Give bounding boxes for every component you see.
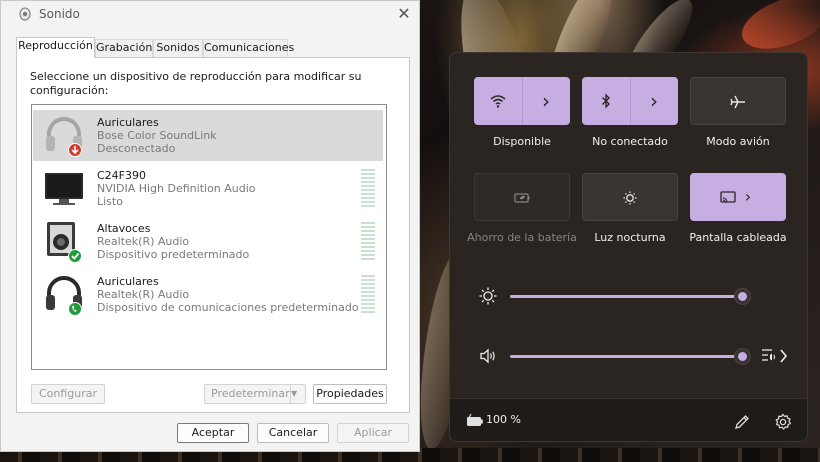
airplane-mode-label: Modo avión <box>706 135 770 148</box>
set-default-label: Predeterminar <box>211 387 290 400</box>
window-title: Sonido <box>39 7 80 21</box>
speaker-volume-icon[interactable] <box>477 345 499 367</box>
tab-sounds[interactable]: Sonidos <box>153 39 203 57</box>
device-status: Desconectado <box>97 142 176 155</box>
battery-saver-tile[interactable] <box>474 173 570 221</box>
tile-divider <box>522 77 523 125</box>
device-row-bose-headphones[interactable]: Auriculares Bose Color SoundLink Descone… <box>33 110 383 161</box>
airplane-icon <box>730 95 745 109</box>
sound-dialog: Sonido ✕ Reproducción Grabación Sonidos … <box>0 0 420 452</box>
bluetooth-tile-label: No conectado <box>592 135 668 148</box>
chevron-right-icon[interactable]: › <box>536 91 556 111</box>
title-bar: Sonido ✕ <box>1 1 419 29</box>
device-description: Bose Color SoundLink <box>97 129 217 142</box>
playback-device-list[interactable]: Auriculares Bose Color SoundLink Descone… <box>31 104 387 370</box>
device-status: Dispositivo de comunicaciones predetermi… <box>97 301 359 314</box>
bluetooth-icon <box>602 93 610 109</box>
tab-playback[interactable]: Reproducción <box>16 37 95 58</box>
monitor-icon <box>45 173 83 205</box>
device-row-c24f390[interactable]: C24F390 NVIDIA High Definition Audio Lis… <box>33 163 383 214</box>
brightness-icon <box>479 287 497 305</box>
device-row-speakers[interactable]: Altavoces Realtek(R) Audio Dispositivo p… <box>33 216 383 267</box>
device-status: Dispositivo predeterminado <box>97 248 250 261</box>
close-icon[interactable]: ✕ <box>391 3 417 25</box>
device-row-realtek-headphones[interactable]: Auriculares Realtek(R) Audio Dispositivo… <box>33 269 383 320</box>
quick-settings-panel: › Disponible › No conectado Modo avión A… <box>449 52 808 442</box>
tab-recording[interactable]: Grabación <box>95 39 153 57</box>
brightness-track <box>510 295 742 298</box>
battery-percentage: 100 % <box>486 413 521 426</box>
brightness-slider-row <box>450 283 807 309</box>
quick-settings-footer: 100 % <box>450 398 807 441</box>
device-description: NVIDIA High Definition Audio <box>97 182 256 195</box>
night-light-icon <box>623 191 637 205</box>
airplane-mode-tile[interactable] <box>690 77 786 125</box>
device-name: Altavoces <box>97 222 151 235</box>
headset-communications-icon <box>46 276 82 316</box>
configure-button[interactable]: Configurar <box>31 384 105 404</box>
apply-button[interactable]: Aplicar <box>337 423 409 443</box>
tile-divider <box>630 77 631 125</box>
wifi-tile-label: Disponible <box>493 135 551 148</box>
volume-meter <box>361 222 375 262</box>
chevron-right-icon[interactable]: › <box>738 187 758 207</box>
volume-track <box>510 355 742 358</box>
device-name: Auriculares <box>97 275 159 288</box>
accept-button[interactable]: Aceptar <box>177 423 249 443</box>
audio-output-select-icon[interactable] <box>759 343 791 369</box>
wifi-tile[interactable]: › <box>474 77 570 125</box>
instructions-text: Seleccione un dispositivo de reproducció… <box>30 70 362 97</box>
bluetooth-tile[interactable]: › <box>582 77 678 125</box>
device-status: Listo <box>97 195 123 208</box>
volume-meter <box>361 275 375 315</box>
battery-saver-label: Ahorro de la batería <box>467 231 577 244</box>
battery-charging-icon[interactable] <box>464 410 486 432</box>
device-name: Auriculares <box>97 116 159 129</box>
speaker-default-icon <box>47 222 82 263</box>
night-light-label: Luz nocturna <box>594 231 666 244</box>
device-description: Realtek(R) Audio <box>97 288 190 301</box>
properties-button[interactable]: Propiedades <box>313 384 387 404</box>
device-description: Realtek(R) Audio <box>97 235 190 248</box>
cast-tile-label: Pantalla cableada <box>689 231 787 244</box>
night-light-tile[interactable] <box>582 173 678 221</box>
device-name: C24F390 <box>97 169 147 182</box>
volume-slider-row <box>450 343 807 369</box>
cast-tile[interactable]: › <box>690 173 786 221</box>
dropdown-arrow-icon[interactable]: ▼ <box>290 385 306 403</box>
cast-icon <box>720 191 736 203</box>
brightness-slider-thumb[interactable] <box>734 289 750 304</box>
edit-pencil-icon[interactable] <box>731 411 753 433</box>
volume-slider-thumb[interactable] <box>734 349 750 364</box>
chevron-right-icon[interactable]: › <box>644 91 664 111</box>
playback-tab-panel: Seleccione un dispositivo de reproducció… <box>16 57 410 413</box>
speaker-app-icon <box>19 7 31 21</box>
headphones-disconnected-icon <box>46 117 82 157</box>
cancel-button[interactable]: Cancelar <box>257 423 329 443</box>
wifi-icon <box>490 95 506 108</box>
tab-communications[interactable]: Comunicaciones <box>203 39 294 57</box>
volume-meter <box>361 169 375 209</box>
battery-saver-icon <box>514 193 530 203</box>
set-default-button[interactable]: Predeterminar ▼ <box>204 384 306 404</box>
settings-gear-icon[interactable] <box>772 411 794 433</box>
